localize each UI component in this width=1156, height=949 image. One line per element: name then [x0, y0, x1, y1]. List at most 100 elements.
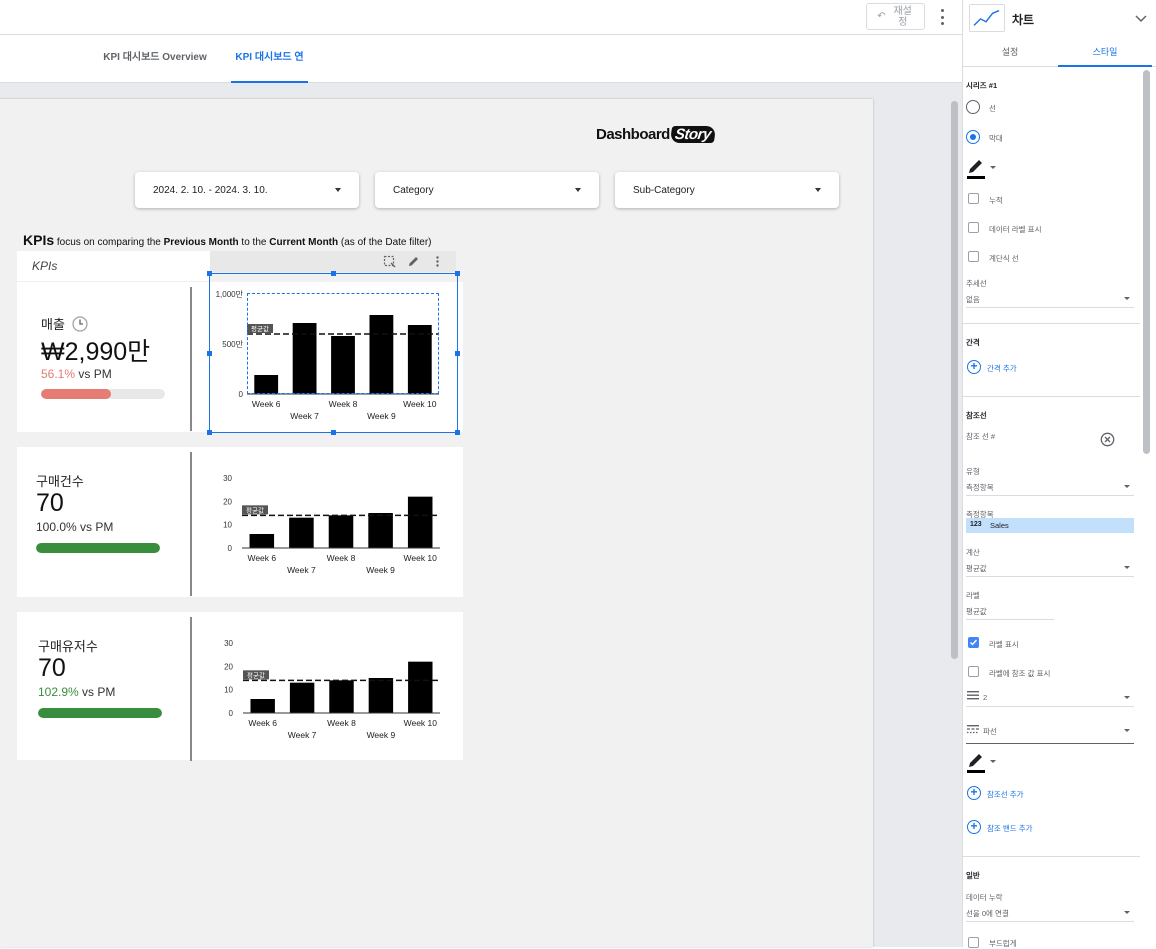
bar[interactable]: [368, 513, 393, 548]
radio-bar-label: 막대: [989, 134, 1003, 143]
kpi-value: ₩2,990만: [41, 338, 151, 366]
chart-type-selector[interactable]: 차트: [963, 0, 1156, 38]
category-filter[interactable]: Category: [375, 172, 599, 208]
kpi-value: 70: [36, 489, 64, 517]
dropdown-caret-icon: [1124, 566, 1130, 569]
x-tick-label: Week 8: [327, 718, 356, 728]
bar[interactable]: [289, 517, 314, 548]
buyers-bar-chart[interactable]: 0 10 20 30 Week 6 Week 7 Week 8 Week 9 Week 10 평균…: [200, 633, 460, 743]
bar[interactable]: [407, 496, 433, 548]
checkbox-step-line[interactable]: [968, 251, 979, 262]
add-refline-link[interactable]: 참조선 추가: [987, 789, 1024, 800]
bar[interactable]: [328, 515, 354, 548]
kpi-progress-bar: [41, 389, 165, 399]
radio-line[interactable]: [966, 100, 980, 114]
reference-label: 평균값: [246, 505, 264, 514]
kpi-change: 102.9% vs PM: [38, 685, 116, 699]
tab-kpi-overview[interactable]: KPI 대시보드 Overview: [96, 35, 214, 83]
kpi-heading: KPIs focus on comparing the Previous Mon…: [23, 232, 432, 248]
remove-circle-icon[interactable]: [1100, 432, 1115, 447]
metric-chip-label: Sales: [990, 521, 1009, 530]
checkbox-data-labels[interactable]: [968, 222, 979, 233]
refline-color-picker-icon[interactable]: [966, 752, 998, 774]
add-interval-link[interactable]: 간격 추가: [987, 363, 1017, 374]
x-tick-label: Week 6: [247, 553, 276, 563]
checkbox-show-label[interactable]: [968, 637, 979, 648]
orders-bar-chart[interactable]: 0 10 20 30 Week 6 Week 7 Week 8 Week 9 Week 10 평균…: [200, 468, 460, 578]
resize-handle[interactable]: [207, 271, 212, 276]
select-area-icon[interactable]: [383, 255, 396, 268]
series-heading: 시리즈 #1: [966, 81, 998, 90]
resize-handle[interactable]: [455, 271, 460, 276]
resize-handle[interactable]: [455, 351, 460, 356]
y-tick-label: 20: [223, 497, 232, 506]
checkbox-smooth[interactable]: [968, 937, 979, 948]
y-tick-label: 10: [223, 521, 232, 530]
logo-text-story: Story: [669, 126, 716, 143]
y-tick-label: 30: [223, 474, 232, 483]
chevron-down-icon: [1135, 15, 1147, 23]
resize-handle[interactable]: [207, 351, 212, 356]
bar[interactable]: [329, 680, 354, 713]
interval-heading: 간격: [966, 338, 980, 347]
workspace-scrollbar[interactable]: [946, 83, 962, 947]
chart-more-icon[interactable]: [431, 255, 444, 268]
metric-chip[interactable]: 123 Sales: [966, 518, 1134, 533]
line-style-select[interactable]: 파선: [983, 726, 997, 737]
tab-style[interactable]: 스타일: [1058, 40, 1152, 67]
category-filter-label: Category: [393, 184, 434, 196]
panel-scrollbar[interactable]: [1140, 70, 1154, 947]
bar[interactable]: [408, 661, 433, 713]
add-refline-icon[interactable]: +: [967, 786, 981, 800]
add-interval-icon[interactable]: +: [967, 360, 981, 374]
calc-select[interactable]: 평균값: [966, 563, 987, 574]
more-options-icon[interactable]: [936, 9, 948, 25]
missing-data-select[interactable]: 선을 0에 연결: [966, 908, 1009, 919]
number-type-icon: 123: [970, 521, 982, 528]
date-range-filter[interactable]: 2024. 2. 10. - 2024. 3. 10.: [135, 172, 359, 208]
line-style-icon: [967, 725, 979, 734]
bar-color-picker-icon[interactable]: [966, 158, 998, 180]
tab-setup[interactable]: 설정: [963, 40, 1057, 67]
resize-handle[interactable]: [207, 430, 212, 435]
bar[interactable]: [289, 682, 315, 713]
smooth-label: 부드럽게: [989, 939, 1017, 948]
dropdown-caret-icon: [815, 188, 821, 192]
add-refband-icon[interactable]: +: [967, 820, 981, 834]
bar[interactable]: [368, 678, 394, 713]
label-label: 라벨: [966, 591, 980, 600]
logo-text: Dashboard: [596, 126, 670, 143]
edit-pencil-icon[interactable]: [407, 255, 420, 268]
resize-handle[interactable]: [331, 430, 336, 435]
checkbox-cumulative[interactable]: [968, 193, 979, 204]
tab-kpi-practice[interactable]: KPI 대시보드 연습: [231, 35, 308, 109]
trendline-select[interactable]: 없음: [966, 294, 980, 305]
brand-logo: Dashboard Story: [596, 126, 716, 143]
reset-button[interactable]: ↶ 재설정: [866, 3, 925, 30]
bar[interactable]: [250, 699, 275, 713]
top-toolbar: ↶ 재설정: [0, 0, 962, 35]
subcategory-filter[interactable]: Sub-Category: [615, 172, 839, 208]
resize-handle[interactable]: [331, 271, 336, 276]
selected-chart-frame[interactable]: [207, 271, 460, 435]
bar[interactable]: [249, 534, 275, 548]
chart-type-title: 차트: [1012, 13, 1035, 27]
label-input[interactable]: 평균값: [966, 606, 987, 617]
resize-handle[interactable]: [455, 430, 460, 435]
radio-bar[interactable]: [966, 130, 980, 144]
line-weight-icon: [967, 691, 979, 700]
y-tick-label: 20: [224, 662, 233, 671]
add-refband-link[interactable]: 참조 밴드 추가: [987, 823, 1033, 834]
kpi-label: 구매유저수: [38, 639, 98, 654]
x-tick-label: Week 6: [248, 718, 277, 728]
type-select[interactable]: 측정항목: [966, 482, 994, 493]
checkbox-ref-in-label[interactable]: [968, 666, 979, 677]
dropdown-caret-icon: [335, 188, 341, 192]
refline-item-label: 참조 선 #: [966, 432, 996, 441]
chart-toolbar: [210, 251, 456, 272]
x-tick-label: Week 7: [288, 730, 317, 740]
step-line-label: 계단식 선: [989, 254, 1019, 263]
y-tick-label: 0: [228, 544, 233, 553]
line-weight-select[interactable]: 2: [983, 693, 987, 702]
line-chart-icon: [969, 4, 1005, 32]
